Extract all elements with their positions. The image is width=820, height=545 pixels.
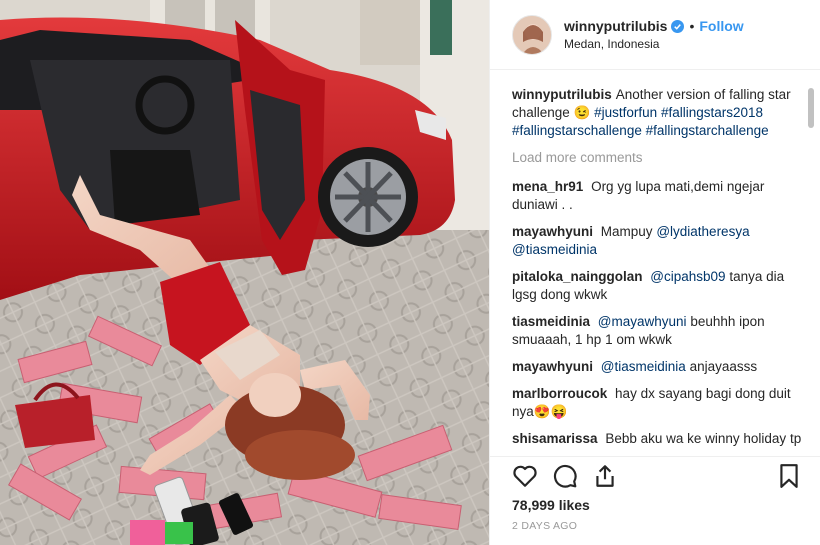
location-link[interactable]: Medan, Indonesia [564, 37, 744, 51]
comment-item: mena_hr91 Org yg lupa mati,demi ngejar d… [512, 178, 802, 214]
mention-link[interactable]: @cipahsb09 [650, 269, 725, 284]
caption: winnyputrilubis Another version of fallin… [512, 86, 802, 140]
comment-item: pitaloka_nainggolan @cipahsb09 tanya dia… [512, 268, 802, 304]
post-actions: 78,999 likes 2 DAYS AGO [490, 456, 820, 545]
comment-text: Mampuy [600, 224, 653, 239]
comment-icon[interactable] [552, 463, 578, 489]
post-image [0, 0, 489, 545]
comment-username[interactable]: mena_hr91 [512, 179, 583, 194]
comment-text: anjayaasss [689, 359, 758, 374]
post-header: winnyputrilubis • Follow Medan, Indonesi… [490, 0, 820, 70]
header-row: winnyputrilubis • Follow [564, 18, 744, 34]
follow-button[interactable]: Follow [699, 18, 743, 34]
avatar[interactable] [512, 14, 552, 55]
share-icon[interactable] [592, 463, 618, 489]
hashtag-link[interactable]: #fallingstarchallenge [646, 123, 769, 138]
action-icon-row [512, 463, 802, 491]
comment-item: shisamarissa Bebb aku wa ke winny holida… [512, 430, 802, 450]
comment-item: tiasmeidinia @mayawhyuni beuhhh ipon smu… [512, 313, 802, 349]
hashtag-link[interactable]: #justforfun [594, 105, 657, 120]
hashtag-link[interactable]: #fallingstars2018 [661, 105, 763, 120]
mention-link[interactable]: @tiasmeidinia [601, 359, 686, 374]
comment-username[interactable]: shisamarissa [512, 431, 598, 446]
separator-dot: • [689, 18, 695, 34]
mention-link[interactable]: @mayawhyuni [598, 314, 687, 329]
comment-username[interactable]: pitaloka_nainggolan [512, 269, 643, 284]
load-more-comments-button[interactable]: Load more comments [512, 149, 802, 167]
mention-link[interactable]: @tiasmeidinia [512, 242, 597, 257]
comment-item: mayawhyuni @tiasmeidinia anjayaasss [512, 358, 802, 376]
header-text: winnyputrilubis • Follow Medan, Indonesi… [564, 18, 744, 51]
heart-icon[interactable] [512, 463, 538, 489]
post-photo[interactable] [0, 0, 489, 545]
mention-link[interactable]: @lydiatheresya [656, 224, 749, 239]
comment-item: mayawhyuni Mampuy @lydiatheresya @tiasme… [512, 223, 802, 259]
verified-badge-icon [671, 19, 685, 33]
comment-username[interactable]: tiasmeidinia [512, 314, 590, 329]
comment-username[interactable]: mayawhyuni [512, 224, 593, 239]
comment-username[interactable]: marlborroucok [512, 386, 607, 401]
post-details-panel: winnyputrilubis • Follow Medan, Indonesi… [489, 0, 820, 545]
bookmark-icon[interactable] [776, 463, 802, 489]
instagram-post: winnyputrilubis • Follow Medan, Indonesi… [0, 0, 820, 545]
comment-item: marlborroucok hay dx sayang bagi dong du… [512, 385, 802, 421]
profile-photo-icon [513, 15, 551, 54]
post-timestamp: 2 DAYS AGO [512, 520, 578, 532]
likes-count[interactable]: 78,999 likes [512, 497, 590, 513]
hashtag-link[interactable]: #fallingstarschallenge [512, 123, 642, 138]
username-link[interactable]: winnyputrilubis [564, 18, 667, 34]
comments-scrollbar[interactable] [808, 88, 814, 128]
comment-username[interactable]: mayawhyuni [512, 359, 593, 374]
caption-username[interactable]: winnyputrilubis [512, 87, 612, 102]
comments-list[interactable]: winnyputrilubis Another version of fallin… [512, 86, 802, 450]
